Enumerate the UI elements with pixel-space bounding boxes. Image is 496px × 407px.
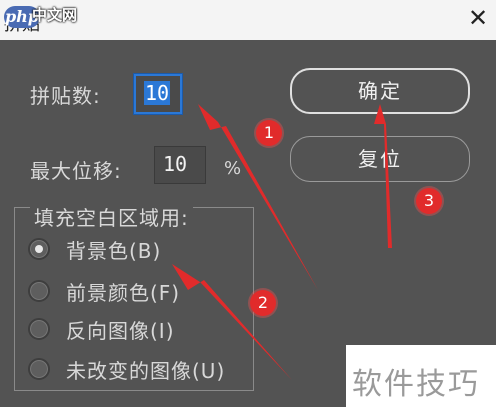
- arrow-to-ok-button: [374, 104, 392, 248]
- watermark-text: 软件技巧: [352, 367, 480, 402]
- annotation-badge-1: 1: [256, 120, 282, 146]
- annotation-badge-3: 3: [416, 188, 442, 214]
- arrow-to-background-radio: [172, 264, 292, 380]
- watermark: 软件技巧: [346, 345, 496, 407]
- annotation-badge-2: 2: [250, 290, 276, 316]
